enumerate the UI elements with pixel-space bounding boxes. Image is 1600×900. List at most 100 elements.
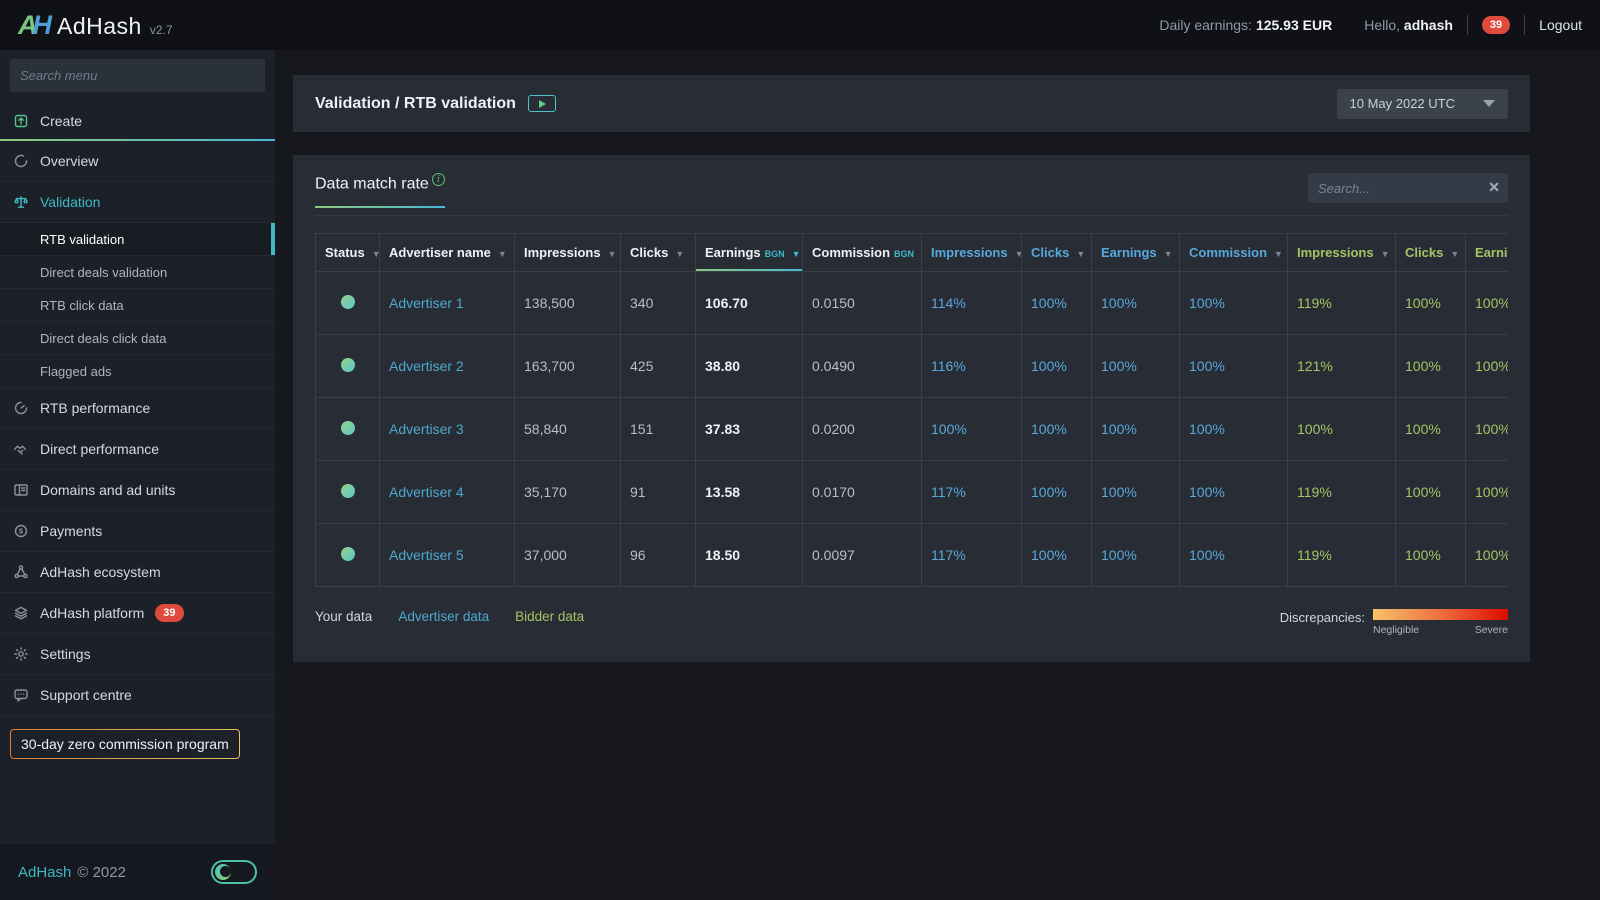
column-header-clicks-bidder[interactable]: Clicks▼ <box>1396 234 1466 272</box>
column-header-label: Commission <box>812 245 890 260</box>
column-header-earnings-advertiser[interactable]: Earnings▼ <box>1092 234 1180 272</box>
column-header-label: Impressions <box>524 245 601 260</box>
nav-item-label: RTB performance <box>40 400 150 416</box>
sidebar-item-adhash-ecosystem[interactable]: AdHash ecosystem <box>0 552 275 593</box>
cell-clicks-your: 91 <box>621 461 696 524</box>
advertiser-link[interactable]: Advertiser 5 <box>389 547 464 563</box>
sidebar-item-create[interactable]: Create <box>0 100 275 141</box>
info-icon[interactable]: i <box>432 173 445 186</box>
sidebar-item-adhash-platform[interactable]: AdHash platform39 <box>0 593 275 634</box>
handshake-icon <box>13 441 29 457</box>
logo-title: AdHash <box>57 13 142 40</box>
advertiser-link[interactable]: Advertiser 3 <box>389 421 464 437</box>
column-header-clicks-your[interactable]: Clicks▼ <box>621 234 696 272</box>
cell-clicks-bidder: 100% <box>1396 461 1466 524</box>
cell-impressions-bidder: 121% <box>1288 335 1396 398</box>
cell-impressions-bidder: 119% <box>1288 524 1396 587</box>
sidebar-item-payments[interactable]: $ Payments <box>0 511 275 552</box>
sidebar-item-direct-performance[interactable]: Direct performance <box>0 429 275 470</box>
advertiser-link[interactable]: Advertiser 1 <box>389 295 464 311</box>
status-cell <box>316 524 380 587</box>
sidebar-subitem-direct-deals-validation[interactable]: Direct deals validation <box>0 256 275 289</box>
sidebar-footer: AdHash © 2022 <box>0 844 275 900</box>
table-row: Advertiser 1138,500340106.700.0150114%10… <box>316 272 1509 335</box>
column-header-status-your[interactable]: Status ▼ <box>316 234 380 272</box>
logo[interactable]: AH AdHash v2.7 <box>18 10 173 41</box>
advertiser-name-cell: Advertiser 1 <box>380 272 515 335</box>
nav-item-label: Payments <box>40 523 102 539</box>
sidebar-item-rtb-performance[interactable]: RTB performance <box>0 388 275 429</box>
cell-earnings-advertiser: 100% <box>1092 461 1180 524</box>
sidebar-item-validation[interactable]: Validation <box>0 182 275 223</box>
sidebar-item-settings[interactable]: Settings <box>0 634 275 675</box>
sidebar-subitem-flagged-ads[interactable]: Flagged ads <box>0 355 275 388</box>
sort-arrow-icon: ▼ <box>372 249 380 259</box>
sidebar-subitem-direct-deals-click-data[interactable]: Direct deals click data <box>0 322 275 355</box>
play-tutorial-button[interactable] <box>528 95 556 112</box>
gauge-icon <box>13 400 29 416</box>
cell-impressions-advertiser: 100% <box>922 398 1022 461</box>
sidebar-search-input[interactable] <box>10 59 265 92</box>
domains-icon <box>13 482 29 498</box>
column-header-impressions-your[interactable]: Impressions▼ <box>515 234 621 272</box>
column-header-label: Commission <box>1189 245 1267 260</box>
daily-earnings: Daily earnings:125.93 EUR <box>1159 17 1332 33</box>
date-select[interactable]: 10 May 2022 UTC <box>1337 89 1509 119</box>
sidebar-nav: CreateOverviewValidationRTB validationDi… <box>0 100 275 716</box>
data-match-table: Status▼Advertiser name▼Impressions▼Click… <box>315 233 1508 587</box>
cell-clicks-your: 340 <box>621 272 696 335</box>
advertiser-link[interactable]: Advertiser 2 <box>389 358 464 374</box>
column-header-commission-your[interactable]: CommissionBGN▼ <box>803 234 922 272</box>
notification-badge[interactable]: 39 <box>1482 16 1510 34</box>
column-header-commission-advertiser[interactable]: Commission▼ <box>1180 234 1288 272</box>
legend-tab-bidder-data[interactable]: Bidder data <box>515 609 584 624</box>
column-header-label: Impressions <box>931 245 1008 260</box>
column-header-label: Clicks <box>1405 245 1443 260</box>
column-header-advertiser-name-your[interactable]: Advertiser name▼ <box>380 234 515 272</box>
cell-impressions-advertiser: 117% <box>922 461 1022 524</box>
column-header-label: Status <box>325 245 365 260</box>
cell-impressions-your: 35,170 <box>515 461 621 524</box>
cell-clicks-bidder: 100% <box>1396 272 1466 335</box>
column-header-label: Impressions <box>1297 245 1374 260</box>
sidebar-subitem-rtb-validation[interactable]: RTB validation <box>0 223 275 256</box>
sidebar-item-domains-and-ad-units[interactable]: Domains and ad units <box>0 470 275 511</box>
dark-mode-toggle[interactable] <box>211 860 257 884</box>
advertiser-name-cell: Advertiser 3 <box>380 398 515 461</box>
zero-commission-program-button[interactable]: 30-day zero commission program <box>10 729 240 759</box>
advertiser-link[interactable]: Advertiser 4 <box>389 484 464 500</box>
column-header-clicks-advertiser[interactable]: Clicks▼ <box>1022 234 1092 272</box>
clear-search-icon[interactable]: ✕ <box>1488 179 1500 196</box>
page-header-panel: Validation / RTB validation 10 May 2022 … <box>293 75 1530 132</box>
zero-commission-program-label: 30-day zero commission program <box>11 730 239 758</box>
column-header-impressions-advertiser[interactable]: Impressions▼ <box>922 234 1022 272</box>
chat-icon <box>13 687 29 703</box>
logout-button[interactable]: Logout <box>1539 17 1582 33</box>
chevron-down-icon <box>1483 100 1495 107</box>
nav-item-label: Settings <box>40 646 91 662</box>
nav-item-label: Validation <box>40 194 100 210</box>
cell-impressions-advertiser: 116% <box>922 335 1022 398</box>
cell-clicks-advertiser: 100% <box>1022 272 1092 335</box>
discrepancy-max-label: Severe <box>1475 624 1508 636</box>
column-header-earnings-bidder[interactable]: Earnings▼ <box>1466 234 1509 272</box>
column-header-impressions-bidder[interactable]: Impressions▼ <box>1288 234 1396 272</box>
sidebar-subitem-rtb-click-data[interactable]: RTB click data <box>0 289 275 322</box>
currency-unit-label: BGN <box>765 249 785 259</box>
table-search-input[interactable] <box>1308 173 1508 203</box>
footer-brand-link[interactable]: AdHash <box>18 864 71 881</box>
column-header-earnings-your[interactable]: EarningsBGN▼ <box>696 234 803 272</box>
svg-text:$: $ <box>19 527 24 536</box>
cell-earnings-bidder: 100% <box>1466 461 1509 524</box>
status-cell <box>316 272 380 335</box>
legend-tab-your-data[interactable]: Your data <box>315 609 372 624</box>
column-header-label: Earnings <box>1101 245 1157 260</box>
topbar: AH AdHash v2.7 Daily earnings:125.93 EUR… <box>0 0 1600 50</box>
cell-commission-advertiser: 100% <box>1180 524 1288 587</box>
legend-tab-advertiser-data[interactable]: Advertiser data <box>398 609 489 624</box>
sidebar-item-overview[interactable]: Overview <box>0 141 275 182</box>
notification-badge: 39 <box>155 604 183 622</box>
sidebar-item-support-centre[interactable]: Support centre <box>0 675 275 716</box>
cell-clicks-advertiser: 100% <box>1022 524 1092 587</box>
cell-clicks-your: 425 <box>621 335 696 398</box>
